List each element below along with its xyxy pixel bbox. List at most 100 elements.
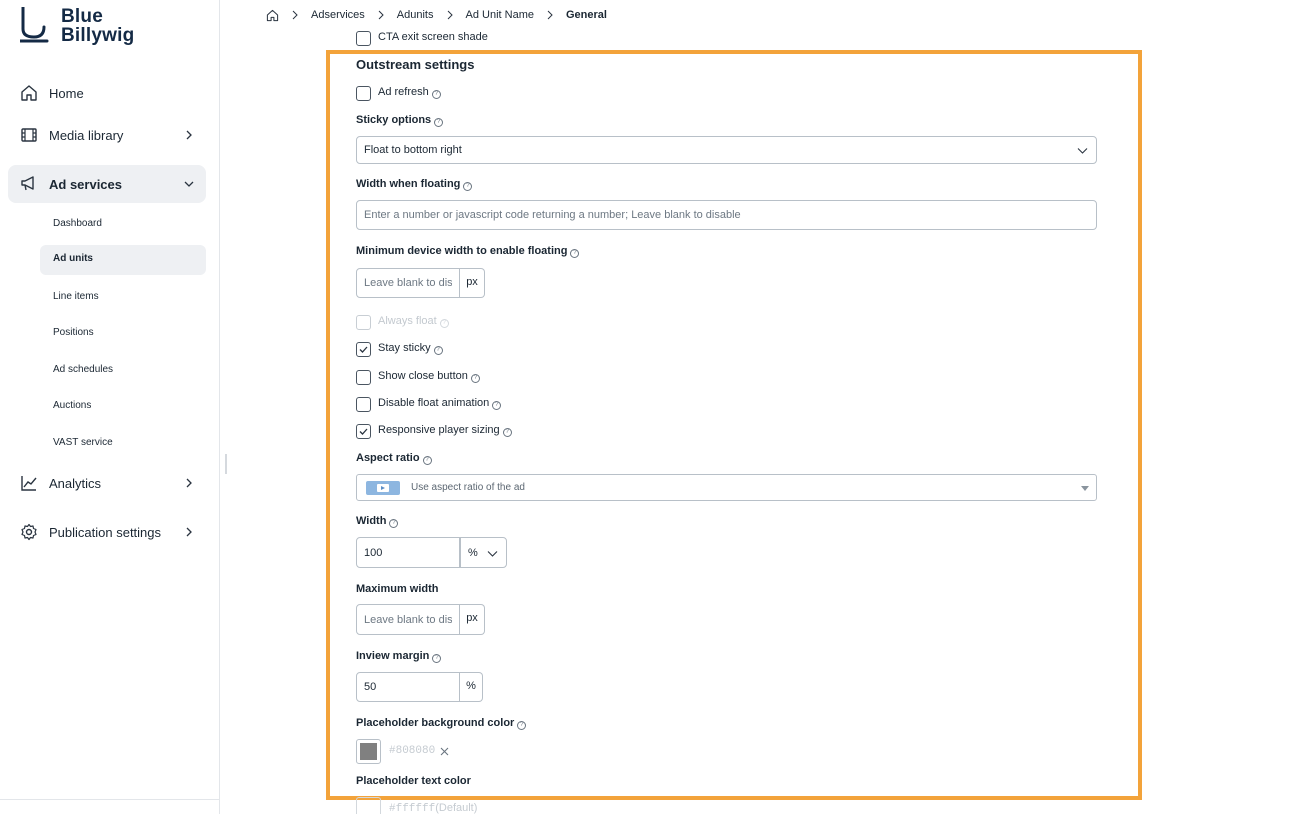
chevron-right-icon — [186, 478, 192, 488]
logo-text: Blue Billywig — [61, 7, 134, 45]
chevron-down-icon — [1077, 148, 1088, 154]
help-icon: ? — [431, 90, 441, 99]
ad-refresh-checkbox[interactable] — [356, 86, 371, 101]
show-close-button-label: Show close button? — [378, 370, 480, 383]
sidebar-subitem-ad-units[interactable]: Ad units — [40, 245, 206, 275]
sidebar-subitem-label: Ad units — [53, 253, 93, 264]
sidebar-item-media-library[interactable]: Media library — [8, 117, 206, 153]
help-icon: ? — [433, 346, 443, 355]
min-device-width-label: Minimum device width to enable floating? — [356, 245, 580, 258]
home-icon[interactable] — [266, 9, 279, 22]
logo-line-1: Blue — [61, 6, 103, 27]
sidebar-item-label: Ad services — [49, 176, 122, 192]
percent-unit-addon: % — [460, 672, 483, 702]
chevron-right-icon — [186, 527, 192, 537]
sidebar-subitem-vast-service[interactable]: VAST service — [40, 429, 206, 459]
caret-down-icon — [1081, 486, 1089, 491]
sidebar-item-ad-services[interactable]: Ad services — [8, 165, 206, 203]
aspect-ratio-value: Use aspect ratio of the ad — [411, 482, 525, 493]
chevron-right-icon — [292, 10, 298, 20]
help-icon: ? — [517, 721, 527, 730]
sidebar-item-analytics[interactable]: Analytics — [8, 465, 206, 501]
help-icon: ? — [502, 428, 512, 437]
width-when-floating-label: Width when floating? — [356, 178, 473, 191]
gear-icon — [21, 523, 37, 541]
width-label: Width? — [356, 515, 399, 528]
disable-float-animation-label: Disable float animation? — [378, 397, 502, 410]
width-input[interactable] — [356, 537, 460, 568]
sidebar-subitem-dashboard[interactable]: Dashboard — [40, 210, 206, 240]
sidebar: Blue Billywig Home Media library Ad serv… — [0, 0, 220, 814]
sidebar-item-publication-settings[interactable]: Publication settings — [8, 514, 206, 550]
sidebar-subitem-auctions[interactable]: Auctions — [40, 392, 206, 422]
sidebar-subitem-label: Line items — [53, 291, 99, 302]
breadcrumb: Adservices Adunits Ad Unit Name General — [266, 7, 607, 23]
help-icon: ? — [463, 182, 473, 191]
checkmark-icon — [359, 428, 368, 435]
aspect-ratio-select[interactable]: Use aspect ratio of the ad — [356, 474, 1097, 501]
cta-exit-screen-shade-checkbox[interactable] — [356, 31, 371, 46]
responsive-player-sizing-checkbox[interactable] — [356, 424, 371, 439]
sidebar-subitem-label: Dashboard — [53, 218, 102, 229]
blue-billywig-logo[interactable]: Blue Billywig — [20, 7, 160, 47]
sidebar-resize-handle[interactable] — [225, 454, 227, 474]
sidebar-subitem-label: Positions — [53, 327, 94, 338]
sidebar-item-home[interactable]: Home — [8, 75, 206, 111]
chevron-down-icon — [184, 181, 194, 187]
logo-mark-icon — [20, 7, 49, 43]
breadcrumb-link-adunits[interactable]: Adunits — [397, 9, 434, 21]
help-icon: ? — [389, 519, 399, 528]
sidebar-subitem-label: VAST service — [53, 437, 113, 448]
breadcrumb-link-ad-unit-name[interactable]: Ad Unit Name — [466, 9, 534, 21]
breadcrumb-link-adservices[interactable]: Adservices — [311, 9, 365, 21]
placeholder-bg-color-swatch[interactable] — [356, 739, 381, 764]
sticky-options-value: Float to bottom right — [364, 144, 462, 156]
placeholder-bg-color-value: #808080 — [389, 745, 436, 757]
cta-exit-screen-shade-label: CTA exit screen shade — [378, 31, 488, 43]
logo-line-2: Billywig — [61, 25, 135, 46]
help-icon: ? — [492, 401, 502, 410]
help-icon: ? — [432, 654, 442, 663]
show-close-button-checkbox[interactable] — [356, 370, 371, 385]
sticky-options-select[interactable]: Float to bottom right — [356, 136, 1097, 164]
chevron-right-icon — [547, 10, 553, 20]
sidebar-item-label: Analytics — [49, 475, 102, 491]
maximum-width-label: Maximum width — [356, 583, 439, 595]
film-icon — [21, 128, 37, 142]
width-unit-value: % — [468, 547, 478, 559]
width-unit-select[interactable]: % — [460, 537, 507, 568]
inview-margin-input[interactable] — [356, 672, 460, 702]
px-unit-addon: px — [460, 268, 485, 298]
help-icon: ? — [470, 374, 480, 383]
disable-float-animation-checkbox[interactable] — [356, 397, 371, 412]
placeholder-text-color-swatch[interactable] — [356, 797, 381, 814]
clear-icon[interactable] — [440, 747, 449, 756]
color-fill — [360, 743, 377, 760]
stay-sticky-label: Stay sticky? — [378, 342, 443, 355]
sticky-options-label: Sticky options? — [356, 114, 444, 127]
help-icon: ? — [422, 456, 432, 465]
sidebar-subitem-positions[interactable]: Positions — [40, 319, 206, 349]
placeholder-bg-color-label: Placeholder background color? — [356, 717, 527, 730]
chevron-down-icon — [487, 551, 498, 557]
inview-margin-label: Inview margin? — [356, 650, 442, 663]
sidebar-item-label: Publication settings — [49, 524, 162, 540]
maximum-width-input[interactable] — [356, 604, 460, 635]
chevron-right-icon — [186, 130, 192, 140]
stay-sticky-checkbox[interactable] — [356, 342, 371, 357]
help-icon: ? — [439, 319, 449, 328]
sidebar-subitem-label: Auctions — [53, 400, 92, 411]
sidebar-item-label: Media library — [49, 127, 124, 143]
sidebar-subitem-line-items[interactable]: Line items — [40, 283, 206, 313]
section-title: Outstream settings — [356, 57, 475, 72]
sidebar-subitem-ad-schedules[interactable]: Ad schedules — [40, 356, 206, 386]
chevron-right-icon — [447, 10, 453, 20]
chevron-right-icon — [378, 10, 384, 20]
min-device-width-input[interactable] — [356, 268, 460, 298]
width-when-floating-input[interactable] — [356, 200, 1097, 230]
help-icon: ? — [434, 118, 444, 127]
placeholder-text-color-label: Placeholder text color — [356, 775, 471, 787]
always-float-checkbox[interactable] — [356, 315, 371, 330]
always-float-label: Always float? — [378, 315, 449, 328]
checkmark-icon — [359, 346, 368, 353]
